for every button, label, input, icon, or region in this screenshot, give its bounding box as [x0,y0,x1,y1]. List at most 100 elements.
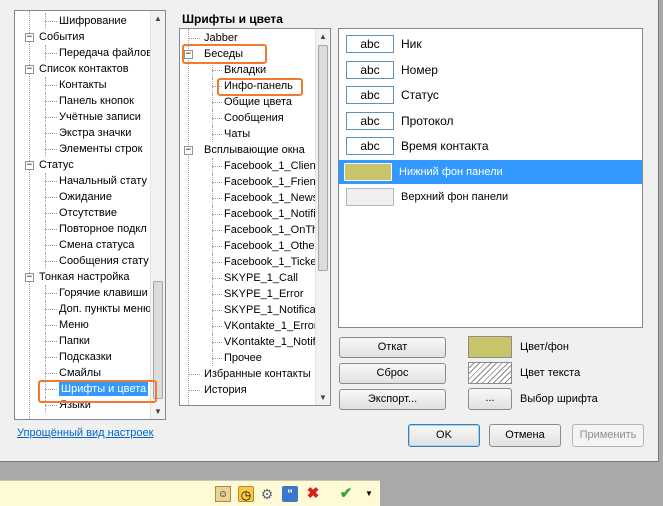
tree-connector [45,237,46,253]
font-list[interactable]: abc Ник abc Номер abc Статус abc Протокол abc Вре… [338,28,643,328]
tree-item[interactable]: VKontakte_1_Error [224,318,318,334]
tree-item[interactable]: Общие цвета [224,94,292,110]
tree-item[interactable]: История [204,382,247,398]
simple-view-link[interactable]: Упрощённый вид настроек [17,427,153,439]
tree-item[interactable]: Facebook_1_Friend [224,174,322,190]
tree-item[interactable]: Передача файлов [59,45,152,61]
tree-item[interactable]: Подсказки [59,349,112,365]
tree-item-label: SKYPE_1_Call [224,272,298,284]
background-color-swatch[interactable] [468,336,512,358]
tree-item[interactable]: Горячие клавиши [59,285,148,301]
font-select-button[interactable]: ... [468,388,512,410]
tree-item[interactable]: Смена статуса [59,237,134,253]
undo-button[interactable]: Откат [339,337,446,358]
font-list-item[interactable]: Нижний фон панели [339,159,642,184]
tree-item-label: Папки [59,335,90,347]
tree-item[interactable]: Папки [59,333,90,349]
font-item-label: Ник [401,37,422,51]
tree-item[interactable]: Facebook_1_Client [224,158,319,174]
tree-item[interactable]: Статус [39,157,74,173]
tree-connector [212,278,222,279]
settings-category-tree[interactable]: Шифрование − События Передача файлов − Список… [14,10,166,420]
tree-item[interactable]: Отсутствие [59,205,117,221]
font-sample: abc [346,111,394,130]
tree-item[interactable]: VKontakte_1_Notif [224,334,316,350]
clock-icon[interactable]: ◷ [238,486,254,502]
tree-item[interactable]: Доп. пункты меню [59,301,151,317]
gear-icon[interactable]: ⚙ [259,486,275,502]
tree-connector [45,173,46,189]
tree-connector [45,293,57,294]
font-list-item[interactable]: abc Ник [341,32,638,56]
collapse-toggle-icon[interactable]: − [25,33,34,42]
tree-item[interactable]: SKYPE_1_Notificati [224,302,321,318]
tree-item[interactable]: Повторное подкл [59,221,147,237]
vertical-scrollbar[interactable]: ▲ ▼ [150,11,165,419]
font-list-item[interactable]: Верхний фон панели [341,185,638,209]
font-item-label: Верхний фон панели [401,191,509,203]
collapse-toggle-icon[interactable]: − [25,161,34,170]
tree-item[interactable]: Начальный стату [59,173,147,189]
check-green-icon[interactable]: ✔ [338,486,354,502]
tree-item[interactable]: Ожидание [59,189,112,205]
collapse-toggle-icon[interactable]: − [184,146,193,155]
vertical-scrollbar[interactable]: ▲ ▼ [315,29,330,405]
tree-item[interactable]: Шифрование [59,13,127,29]
tree-item[interactable]: Экстра значки [59,125,131,141]
tree-item[interactable]: Сообщения [224,110,284,126]
tree-item[interactable]: Смайлы [59,365,101,381]
tree-connector [45,229,57,230]
font-list-item[interactable]: abc Время контакта [341,134,638,158]
dropdown-arrow-icon[interactable]: ▼ [361,486,377,502]
tree-item[interactable]: Вкладки [224,62,266,78]
tree-item[interactable]: Facebook_1_Other [224,238,318,254]
ok-button[interactable]: OK [408,424,480,447]
apply-button[interactable]: Применить [572,424,644,447]
font-item-label: Статус [401,88,439,102]
text-color-swatch[interactable] [468,362,512,384]
export-button[interactable]: Экспорт... [339,389,446,410]
tree-item[interactable]: SKYPE_1_Call [224,270,298,286]
tree-item[interactable]: Facebook_1_Notifi [224,206,316,222]
tree-item[interactable]: Список контактов [39,61,129,77]
scroll-up-arrow-icon[interactable]: ▲ [316,29,330,44]
scroll-thumb[interactable] [318,45,328,271]
tree-item[interactable]: Тонкая настройка [39,269,130,285]
tree-item[interactable]: Элементы строк [59,141,142,157]
quote-icon[interactable]: " [282,486,298,502]
tree-item[interactable]: Панель кнопок [59,93,134,109]
tree-item[interactable]: Всплывающие окна [204,142,305,158]
collapse-toggle-icon[interactable]: − [25,273,34,282]
tree-item[interactable]: События [39,29,84,45]
font-list-item[interactable]: abc Протокол [341,109,638,133]
tree-item[interactable]: Facebook_1_News [224,190,318,206]
close-red-icon[interactable]: ✖ [305,486,321,502]
tree-connector [45,109,46,125]
collapse-toggle-icon[interactable]: − [25,65,34,74]
reset-button[interactable]: Сброс [339,363,446,384]
tree-connector [212,246,222,247]
tree-item[interactable]: Facebook_1_Ticker [224,254,320,270]
font-list-item[interactable]: abc Номер [341,58,638,82]
tree-item-label: Тонкая настройка [39,271,130,283]
tree-item[interactable]: Учётные записи [59,109,141,125]
scroll-down-arrow-icon[interactable]: ▼ [151,404,165,419]
tree-connector [212,358,222,359]
tree-item[interactable]: Контакты [59,77,107,93]
tree-connector [45,93,46,109]
font-list-item[interactable]: abc Статус [341,83,638,107]
tree-item[interactable]: Facebook_1_OnTh [224,222,318,238]
tree-item[interactable]: SKYPE_1_Error [224,286,303,302]
tree-item[interactable]: Меню [59,317,89,333]
tree-item[interactable]: Чаты [224,126,250,142]
scroll-up-arrow-icon[interactable]: ▲ [151,11,165,26]
tree-item-label: Facebook_1_Friend [224,176,322,188]
tree-item[interactable]: Сообщения стату [59,253,149,269]
tree-item-label: Экстра значки [59,127,132,139]
tree-item[interactable]: Прочее [224,350,262,366]
contact-card-icon[interactable]: ☺ [215,486,231,502]
font-sample: abc [346,137,394,155]
scroll-down-arrow-icon[interactable]: ▼ [316,390,330,405]
cancel-button[interactable]: Отмена [489,424,561,447]
tree-item[interactable]: Избранные контакты [204,366,311,382]
